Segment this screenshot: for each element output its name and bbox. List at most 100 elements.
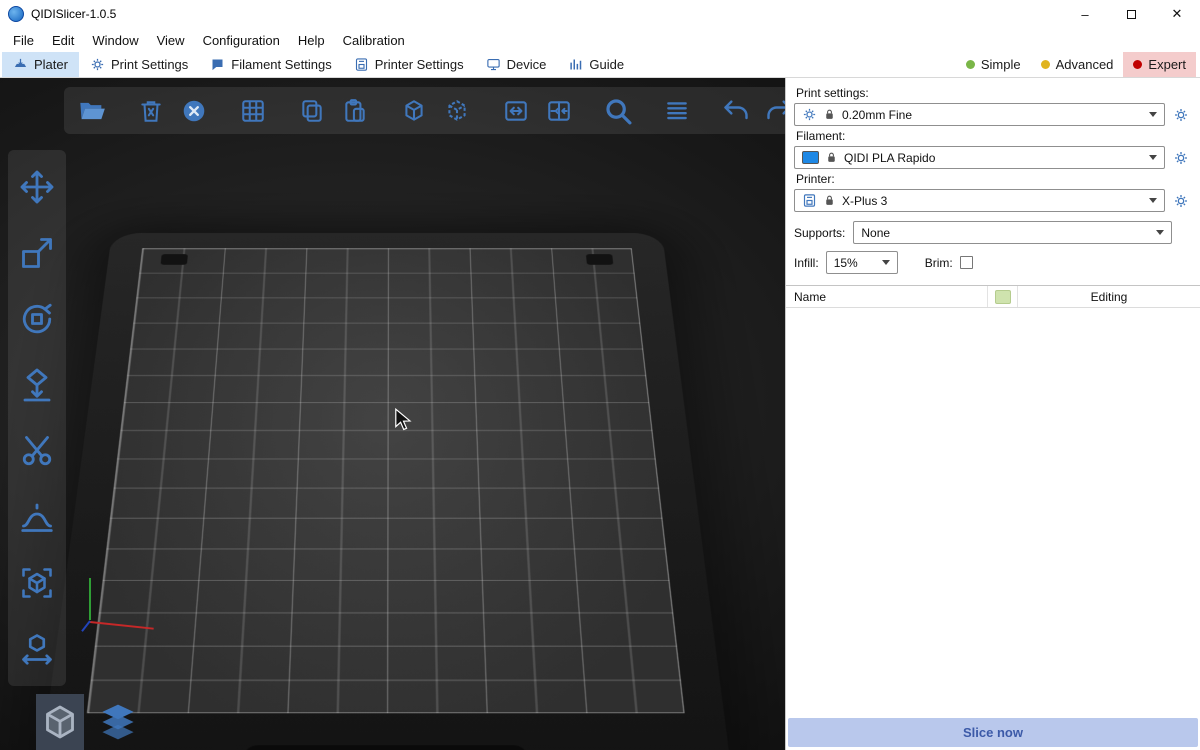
mode-advanced[interactable]: Advanced: [1031, 52, 1124, 77]
chevron-down-icon: [1156, 230, 1164, 235]
gear-icon: [1173, 107, 1189, 123]
mode-selector: Simple Advanced Expert: [956, 52, 1200, 77]
editor-3d-view-button[interactable]: [36, 694, 84, 750]
preview-layers-button[interactable]: [94, 694, 142, 750]
printer-value: X-Plus 3: [842, 194, 887, 208]
arrange-icon: [240, 98, 266, 124]
paint-supports-button[interactable]: [17, 497, 57, 537]
add-instance-button[interactable]: [398, 95, 430, 127]
print-settings-combo[interactable]: 0.20mm Fine: [794, 103, 1165, 126]
delete-all-icon: [181, 98, 207, 124]
chevron-down-icon: [1149, 112, 1157, 117]
redo-icon: [765, 97, 785, 125]
axis-gizmo: [80, 578, 170, 642]
open-folder-button[interactable]: [76, 95, 108, 127]
delete-button[interactable]: [135, 95, 167, 127]
object-list-header: Name Editing: [786, 286, 1200, 308]
add-instance-icon: [401, 98, 427, 124]
tab-print-settings[interactable]: Print Settings: [79, 52, 199, 77]
move-button[interactable]: [17, 167, 57, 207]
paint-supports-icon: [19, 499, 55, 535]
tab-guide[interactable]: Guide: [557, 52, 635, 77]
tab-device[interactable]: Device: [475, 52, 558, 77]
menu-help[interactable]: Help: [289, 33, 334, 48]
split-parts-icon: [546, 98, 572, 124]
menu-configuration[interactable]: Configuration: [194, 33, 289, 48]
3d-viewport[interactable]: [0, 78, 785, 750]
menu-calibration[interactable]: Calibration: [334, 33, 414, 48]
move-icon: [19, 169, 55, 205]
cut-button[interactable]: [17, 431, 57, 471]
variable-layer-height-button[interactable]: [661, 95, 693, 127]
search-button[interactable]: [602, 95, 634, 127]
slice-now-button[interactable]: Slice now: [788, 718, 1198, 747]
minimize-button[interactable]: –: [1062, 0, 1108, 28]
column-name: Name: [786, 286, 988, 307]
filament-settings-icon: [210, 57, 225, 72]
maximize-button[interactable]: [1108, 0, 1154, 28]
brim-checkbox[interactable]: [960, 256, 973, 269]
menu-window[interactable]: Window: [83, 33, 147, 48]
tab-plater[interactable]: Plater: [2, 52, 79, 77]
assembly-view-button[interactable]: [17, 563, 57, 603]
brim-label: Brim:: [925, 256, 953, 270]
split-parts-button[interactable]: [543, 95, 575, 127]
remove-instance-icon: [444, 98, 470, 124]
edit-filament-button[interactable]: [1172, 150, 1190, 166]
print-bed-plate: [87, 248, 685, 713]
scale-button[interactable]: [17, 233, 57, 273]
gear-icon: [1173, 193, 1189, 209]
filament-value: QIDI PLA Rapido: [844, 151, 935, 165]
split-objects-button[interactable]: [500, 95, 532, 127]
paste-button[interactable]: [339, 95, 371, 127]
measure-button[interactable]: [17, 629, 57, 669]
filament-label: Filament:: [796, 129, 1190, 143]
mode-expert[interactable]: Expert: [1123, 52, 1196, 77]
tab-filament-settings[interactable]: Filament Settings: [199, 52, 342, 77]
copy-button[interactable]: [296, 95, 328, 127]
mouse-cursor: [393, 408, 413, 432]
lock-icon: [823, 194, 836, 207]
edit-printer-button[interactable]: [1172, 193, 1190, 209]
maximize-icon: [1127, 10, 1136, 19]
rotate-button[interactable]: [17, 299, 57, 339]
tab-bar: Plater Print Settings Filament Settings …: [0, 52, 1200, 78]
printer-combo[interactable]: X-Plus 3: [794, 189, 1165, 212]
search-icon: [603, 96, 633, 126]
supports-combo[interactable]: None: [853, 221, 1172, 244]
menu-edit[interactable]: Edit: [43, 33, 83, 48]
column-extruder: [988, 286, 1018, 307]
remove-instance-button[interactable]: [441, 95, 473, 127]
infill-combo[interactable]: 15%: [826, 251, 898, 274]
guide-icon: [568, 57, 583, 72]
edit-print-settings-button[interactable]: [1172, 107, 1190, 123]
filament-color-swatch: [802, 151, 819, 164]
supports-label: Supports:: [794, 226, 845, 240]
preview-layers-icon: [96, 700, 140, 744]
lock-icon: [825, 151, 838, 164]
menu-file[interactable]: File: [4, 33, 43, 48]
redo-button[interactable]: [763, 95, 785, 127]
filament-combo[interactable]: QIDI PLA Rapido: [794, 146, 1165, 169]
place-on-face-button[interactable]: [17, 365, 57, 405]
undo-button[interactable]: [720, 95, 752, 127]
arrange-button[interactable]: [237, 95, 269, 127]
right-sidebar: Print settings: 0.20mm Fine Filament: QI…: [785, 78, 1200, 750]
menu-view[interactable]: View: [148, 33, 194, 48]
bed-clip-right: [586, 254, 613, 265]
print-settings-value: 0.20mm Fine: [842, 108, 912, 122]
mode-simple[interactable]: Simple: [956, 52, 1031, 77]
object-list-body[interactable]: [786, 308, 1200, 716]
bed-clip-left: [161, 254, 188, 265]
lock-icon: [823, 108, 836, 121]
window-title: QIDISlicer-1.0.5: [31, 7, 116, 21]
close-button[interactable]: ✕: [1154, 0, 1200, 28]
extruder-color-icon: [995, 290, 1011, 304]
left-toolbar: [8, 150, 66, 686]
paste-icon: [342, 98, 368, 124]
rotate-icon: [19, 301, 55, 337]
chevron-down-icon: [1149, 155, 1157, 160]
tab-printer-settings[interactable]: Printer Settings: [343, 52, 475, 77]
device-icon: [486, 57, 501, 72]
delete-all-button[interactable]: [178, 95, 210, 127]
